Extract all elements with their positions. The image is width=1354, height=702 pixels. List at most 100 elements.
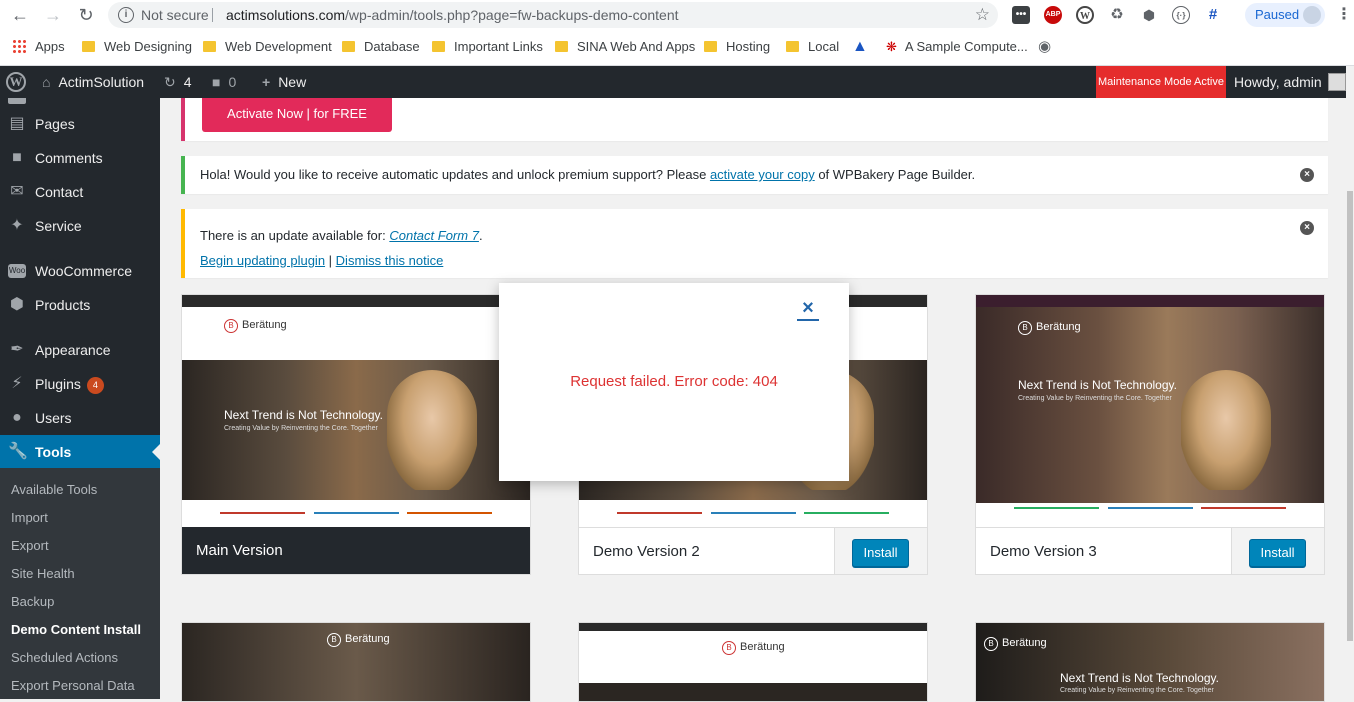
code-extension-icon[interactable]: {·}: [1172, 6, 1190, 24]
dismiss-update-icon[interactable]: ×: [1300, 221, 1314, 235]
bookmark-folder[interactable]: Hosting: [704, 38, 770, 56]
browser-menu-icon[interactable]: ⋮: [1336, 4, 1352, 24]
demo-card-4[interactable]: B Berätung: [181, 622, 531, 702]
activate-now-button[interactable]: Activate Now | for FREE: [202, 98, 392, 132]
card-footer: Demo Version 2 Install: [579, 527, 927, 574]
activate-copy-link[interactable]: activate your copy: [710, 167, 815, 182]
submenu-export-personal-data[interactable]: Export Personal Data: [11, 672, 135, 699]
demo-card-6[interactable]: B Berätung Next Trend is Not Technology. …: [975, 622, 1325, 702]
close-icon[interactable]: ×: [797, 298, 819, 321]
bookmark-apps[interactable]: Apps: [12, 38, 65, 56]
sidebar-item-plugins[interactable]: ⚡ Plugins 4: [0, 367, 160, 401]
updates-link[interactable]: ↻ 4: [164, 66, 192, 98]
dismiss-notice-icon[interactable]: ×: [1300, 168, 1314, 182]
install-button[interactable]: Install: [852, 539, 909, 567]
extension-icon[interactable]: •••: [1012, 6, 1030, 24]
cube-extension-icon[interactable]: ⬢: [1140, 6, 1158, 24]
media-icon: [8, 98, 26, 104]
sidebar-item-contact[interactable]: ✉ Contact: [0, 175, 160, 209]
tools-submenu: Available Tools Import Export Site Healt…: [0, 468, 160, 699]
begin-updating-link[interactable]: Begin updating plugin: [200, 253, 325, 268]
account-menu[interactable]: Howdy, admin: [1234, 66, 1346, 98]
demo-card-5[interactable]: B Berätung: [578, 622, 928, 702]
folder-icon: [704, 41, 717, 52]
bookmark-sample[interactable]: ❋ A Sample Compute...: [886, 38, 1028, 56]
grid-extension-icon[interactable]: #: [1204, 6, 1222, 24]
sidebar-item-service[interactable]: ✦ Service: [0, 209, 160, 243]
scrollbar-thumb[interactable]: [1347, 191, 1353, 641]
demo-name: Main Version: [196, 542, 283, 559]
profile-avatar: [1303, 6, 1321, 24]
site-name-link[interactable]: ⌂ ActimSolution: [42, 66, 144, 98]
bookmark-star-icon[interactable]: ☆: [975, 2, 990, 28]
folder-icon: [342, 41, 355, 52]
omnibox-divider: [212, 8, 213, 22]
bookmark-folder[interactable]: Web Designing: [82, 38, 192, 56]
bookmark-triangle-icon[interactable]: ▲: [852, 38, 868, 56]
bookmark-folder[interactable]: SINA Web And Apps: [555, 38, 695, 56]
dismiss-notice-link[interactable]: Dismiss this notice: [336, 253, 444, 268]
new-content-link[interactable]: + New: [262, 66, 306, 98]
back-icon[interactable]: ←: [8, 3, 32, 27]
adblock-icon[interactable]: ABP: [1044, 6, 1062, 24]
bookmark-folder[interactable]: Web Development: [203, 38, 332, 56]
info-icon[interactable]: i: [118, 7, 134, 23]
plus-icon: +: [262, 74, 271, 90]
activation-notice: Activate Now | for FREE: [181, 98, 1328, 141]
thumb-hero-title: Next Trend is Not Technology.: [1060, 671, 1219, 685]
submenu-scheduled-actions[interactable]: Scheduled Actions: [11, 644, 118, 672]
submenu-backup[interactable]: Backup: [11, 588, 54, 616]
submenu-import[interactable]: Import: [11, 504, 48, 532]
profile-status: Paused: [1255, 7, 1300, 22]
sidebar-item-products[interactable]: ⬢ Products: [0, 288, 160, 322]
bookmark-folder[interactable]: Important Links: [432, 38, 543, 56]
submenu-site-health[interactable]: Site Health: [11, 560, 75, 588]
thumb-brand: B Berätung: [224, 319, 287, 333]
page-scrollbar[interactable]: [1346, 66, 1354, 699]
sidebar-item-comments[interactable]: ■ Comments: [0, 141, 160, 175]
error-message: Request failed. Error code: 404: [570, 373, 778, 390]
update-notice: There is an update available for: Contac…: [181, 209, 1328, 278]
url-text[interactable]: actimsolutions.com/wp-admin/tools.php?pa…: [226, 2, 679, 28]
install-button[interactable]: Install: [1249, 539, 1306, 567]
demo-card-main[interactable]: B Berätung Next Trend is Not Technology. …: [181, 294, 531, 575]
folder-icon: [555, 41, 568, 52]
submenu-available-tools[interactable]: Available Tools: [11, 476, 97, 504]
wordpress-logo-icon[interactable]: W: [6, 72, 26, 92]
demo-name: Demo Version 2: [593, 543, 700, 560]
profile-paused-button[interactable]: Paused: [1245, 3, 1325, 27]
submenu-export[interactable]: Export: [11, 532, 49, 560]
error-modal: × Request failed. Error code: 404: [499, 283, 849, 481]
bookmark-folder[interactable]: Database: [342, 38, 420, 56]
thumb-hero-subtitle: Creating Value by Reinventing the Core. …: [224, 425, 378, 432]
globe-icon[interactable]: ◉: [1038, 38, 1051, 56]
sidebar-item-tools[interactable]: 🔧 Tools: [0, 435, 160, 469]
reload-icon[interactable]: ↻: [74, 3, 98, 27]
demo-card-3[interactable]: B Berätung Next Trend is Not Technology. …: [975, 294, 1325, 575]
forward-icon[interactable]: →: [41, 3, 65, 27]
apps-grid-icon: [12, 39, 26, 53]
brush-icon: ✒: [10, 341, 24, 358]
folder-icon: [786, 41, 799, 52]
maintenance-mode-badge[interactable]: Maintenance Mode Active: [1096, 66, 1226, 98]
bookmark-folder[interactable]: Local: [786, 38, 839, 56]
submenu-demo-content-install[interactable]: Demo Content Install: [11, 616, 141, 644]
wordpress-extension-icon[interactable]: W: [1076, 6, 1094, 24]
sidebar-item-pages[interactable]: ▤ Pages: [0, 107, 160, 141]
card-footer: Demo Version 3 Install: [976, 527, 1324, 574]
thumb-hero-title: Next Trend is Not Technology.: [1018, 378, 1177, 392]
recycle-extension-icon[interactable]: ♻: [1108, 6, 1126, 24]
address-bar[interactable]: i Not secure actimsolutions.com/wp-admin…: [108, 2, 998, 28]
update-actions: Begin updating plugin | Dismiss this not…: [200, 253, 444, 268]
sidebar-item-users[interactable]: ● Users: [0, 401, 160, 435]
avatar: [1327, 73, 1346, 91]
sidebar-item-woocommerce[interactable]: Woo WooCommerce: [0, 254, 160, 288]
home-icon: ⌂: [42, 74, 51, 90]
woocommerce-icon: Woo: [8, 264, 26, 278]
plugins-update-badge: 4: [86, 377, 104, 394]
demo-thumbnail: B Berätung Next Trend is Not Technology. …: [182, 295, 530, 527]
mail-icon: ✉: [10, 183, 24, 200]
sidebar-item-appearance[interactable]: ✒ Appearance: [0, 333, 160, 367]
comments-link[interactable]: ■ 0: [212, 66, 236, 98]
contact-form-7-link[interactable]: Contact Form 7: [389, 228, 479, 243]
